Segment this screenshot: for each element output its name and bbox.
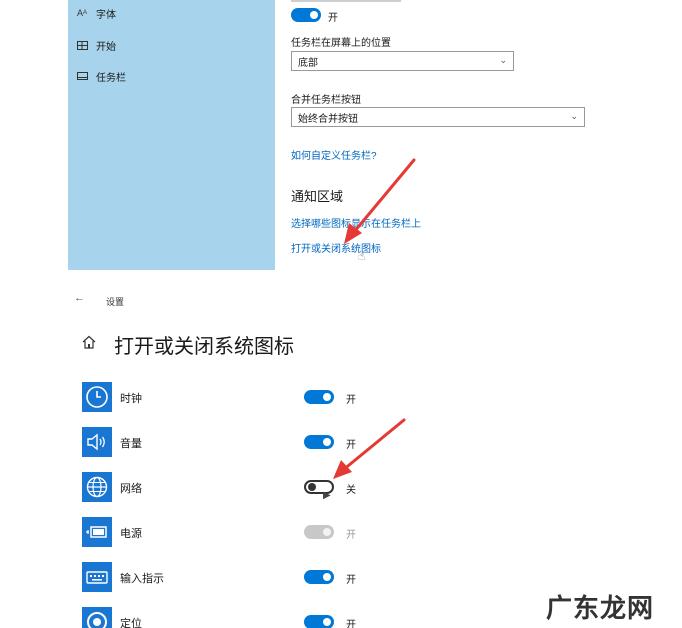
taskbar-settings-panel: AA 字体 开始 任务栏 开 任务栏在屏幕上的位置 底部 ⌄ 合并任务栏按钮 始… <box>68 0 682 270</box>
sidebar-item-font[interactable]: AA 字体 <box>75 3 116 23</box>
chevron-down-icon: ⌄ <box>570 111 578 121</box>
position-dropdown[interactable]: 底部 ⌄ <box>291 51 514 71</box>
input-toggle[interactable] <box>304 570 334 584</box>
row-label-input: 输入指示 <box>120 573 164 585</box>
sidebar-item-label: 字体 <box>96 9 116 21</box>
location-state: 开 <box>346 620 356 628</box>
back-arrow-icon[interactable]: ← <box>74 292 85 304</box>
row-label-clock: 时钟 <box>120 393 142 405</box>
sidebar-item-taskbar[interactable]: 任务栏 <box>75 66 126 86</box>
system-icons-panel: ← 设置 打开或关闭系统图标 时钟 开 音量 开 网络 关 ▶ 电源 开 输入指… <box>68 285 682 628</box>
position-label: 任务栏在屏幕上的位置 <box>291 38 391 49</box>
taskbar-toggle[interactable] <box>291 8 321 22</box>
volume-state: 开 <box>346 440 356 451</box>
taskbar-settings-main: 开 任务栏在屏幕上的位置 底部 ⌄ 合并任务栏按钮 始终合并按钮 ⌄ 如何自定义… <box>275 0 682 270</box>
font-icon: AA <box>76 8 88 18</box>
settings-sidebar: AA 字体 开始 任务栏 <box>68 0 275 270</box>
notification-area-title: 通知区域 <box>291 189 344 204</box>
location-icon <box>82 607 112 628</box>
watermark-logo: 广东龙网 <box>546 594 655 624</box>
taskbar-icon <box>75 70 89 82</box>
power-state: 开 <box>346 530 356 541</box>
cut-off-setting-label <box>291 0 401 2</box>
combine-label: 合并任务栏按钮 <box>291 95 361 106</box>
position-value: 底部 <box>298 57 318 69</box>
sidebar-item-start[interactable]: 开始 <box>75 35 116 55</box>
home-icon <box>82 335 96 349</box>
row-label-network: 网络 <box>120 483 142 495</box>
chevron-down-icon: ⌄ <box>499 55 507 65</box>
power-icon <box>82 517 112 547</box>
mouse-pointer-icon: ▶ <box>323 490 331 501</box>
network-state: 关 <box>346 485 356 496</box>
clock-toggle[interactable] <box>304 390 334 404</box>
start-icon <box>75 39 89 51</box>
sidebar-item-label: 开始 <box>96 41 116 53</box>
network-icon <box>82 472 112 502</box>
clock-icon <box>82 382 112 412</box>
settings-label: 设置 <box>106 297 125 307</box>
combine-value: 始终合并按钮 <box>298 113 358 125</box>
power-toggle <box>304 525 334 539</box>
hand-cursor-icon: ☝ <box>358 249 366 263</box>
sidebar-item-label: 任务栏 <box>96 72 126 84</box>
volume-icon <box>82 427 112 457</box>
volume-toggle[interactable] <box>304 435 334 449</box>
location-toggle[interactable] <box>304 615 334 628</box>
row-label-power: 电源 <box>120 528 142 540</box>
row-label-location: 定位 <box>120 618 142 628</box>
combine-dropdown[interactable]: 始终合并按钮 ⌄ <box>291 107 585 127</box>
customize-taskbar-link[interactable]: 如何自定义任务栏? <box>291 147 377 162</box>
system-icons-link[interactable]: 打开或关闭系统图标 <box>291 240 381 255</box>
select-icons-link[interactable]: 选择哪些图标显示在任务栏上 <box>291 215 421 230</box>
taskbar-toggle-state: 开 <box>328 13 338 24</box>
keyboard-icon <box>82 562 112 592</box>
page-title: 打开或关闭系统图标 <box>114 336 294 358</box>
input-state: 开 <box>346 575 356 586</box>
clock-state: 开 <box>346 395 356 406</box>
row-label-volume: 音量 <box>120 438 142 450</box>
